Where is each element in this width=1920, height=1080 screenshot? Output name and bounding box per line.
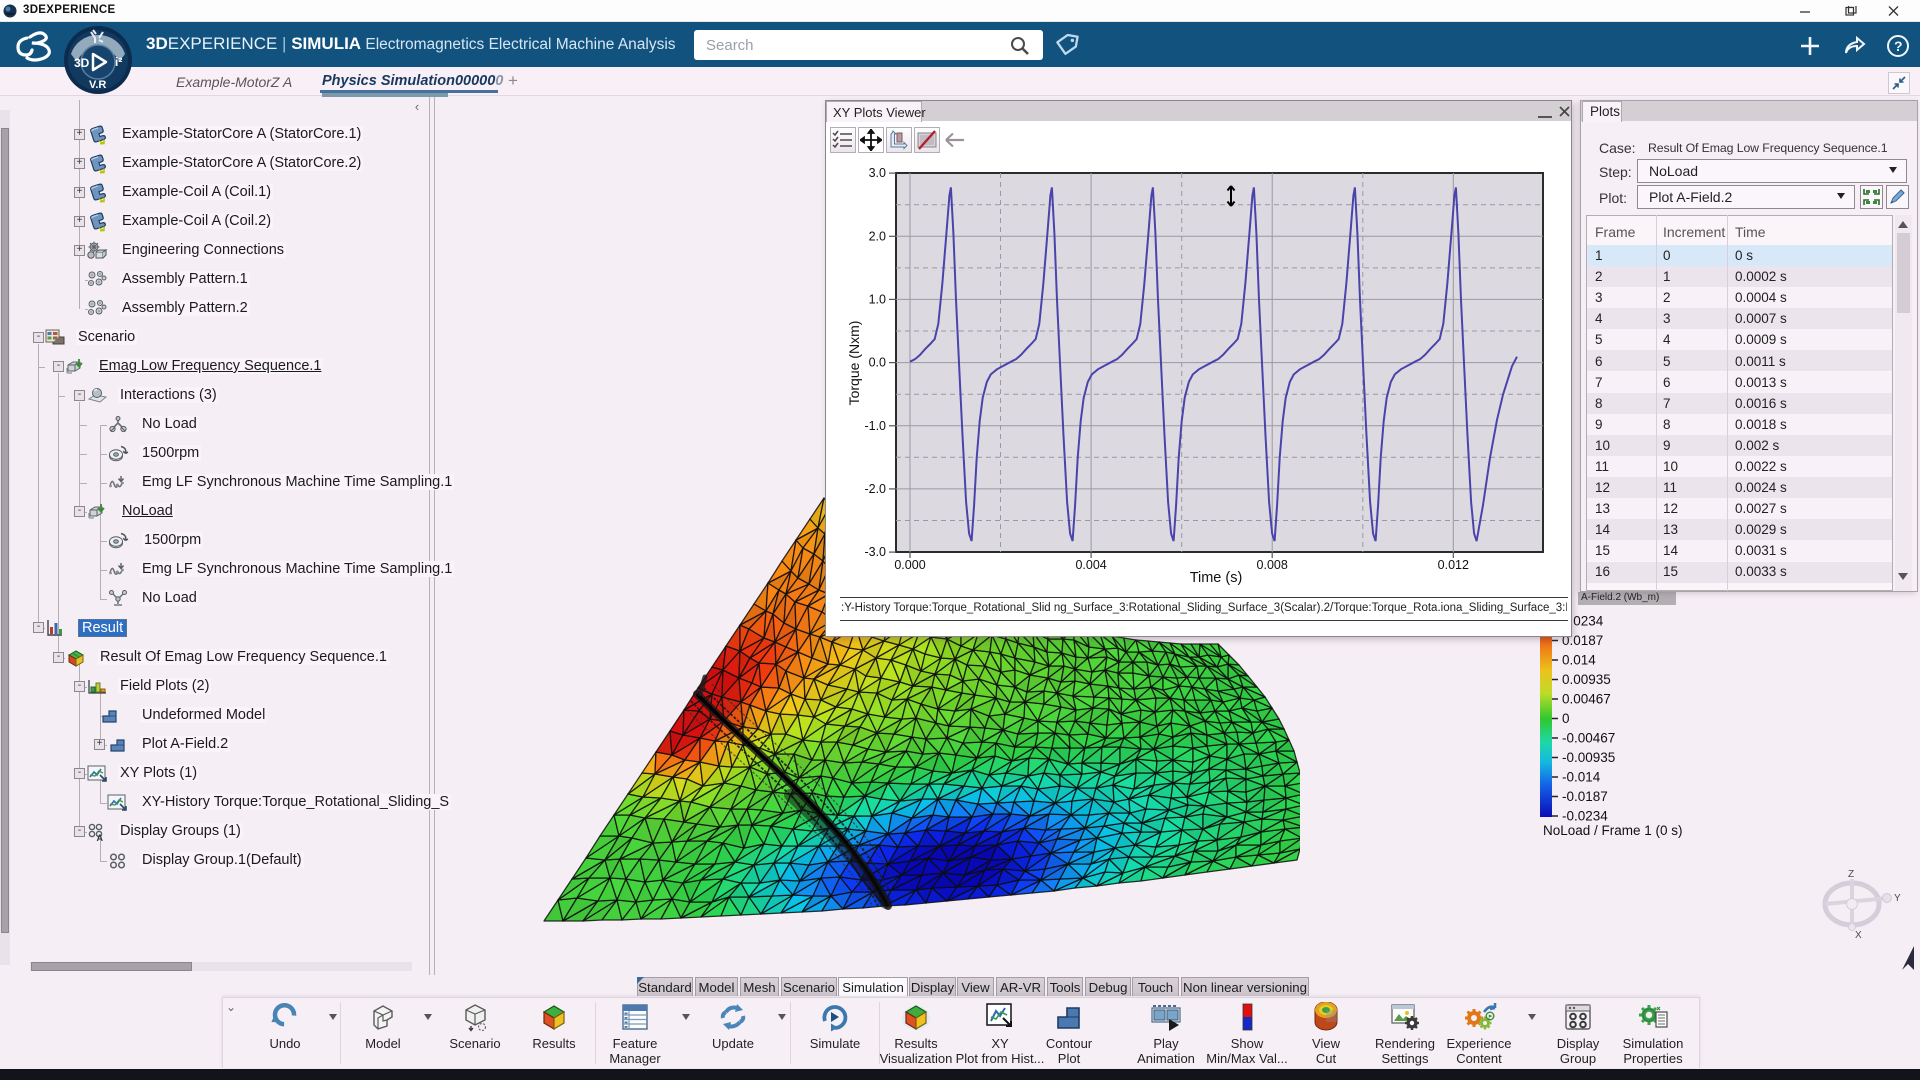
svg-text:-0.00467: -0.00467 [1562, 731, 1615, 746]
svg-text:-1.0: -1.0 [864, 419, 886, 433]
svg-text:Z: Z [1848, 869, 1854, 880]
svg-text:-0.014: -0.014 [1562, 770, 1601, 785]
svg-text:Torque (Nxm): Torque (Nxm) [846, 321, 862, 406]
svg-text:3D: 3D [74, 56, 90, 70]
svg-text:0.004: 0.004 [1075, 558, 1106, 572]
svg-text:i²: i² [115, 55, 122, 69]
svg-text:Time (s): Time (s) [1190, 570, 1243, 586]
svg-text:-2.0: -2.0 [864, 482, 886, 496]
svg-text:0.00935: 0.00935 [1562, 672, 1611, 687]
svg-text:Y: Y [1894, 893, 1901, 904]
svg-text:A: A [97, 833, 104, 842]
svg-text:1.0: 1.0 [869, 292, 886, 306]
svg-text:0.000: 0.000 [894, 558, 925, 572]
svg-text:-0.0234: -0.0234 [1562, 809, 1608, 824]
svg-text:3.0: 3.0 [869, 166, 886, 180]
svg-text:2.0: 2.0 [869, 229, 886, 243]
svg-text:0.008: 0.008 [1257, 558, 1288, 572]
svg-text:0.012: 0.012 [1438, 558, 1469, 572]
svg-text:V.R: V.R [89, 79, 106, 91]
svg-text:0.014: 0.014 [1562, 653, 1596, 668]
svg-text:0.00467: 0.00467 [1562, 692, 1611, 707]
svg-text:?: ? [1894, 38, 1903, 54]
svg-text:0.0: 0.0 [869, 356, 886, 370]
svg-text:-0.0187: -0.0187 [1562, 789, 1608, 804]
svg-text:-0.00935: -0.00935 [1562, 750, 1615, 765]
svg-text:0: 0 [1562, 711, 1570, 726]
svg-text:-3.0: -3.0 [864, 545, 886, 559]
svg-text:X: X [1855, 930, 1862, 941]
